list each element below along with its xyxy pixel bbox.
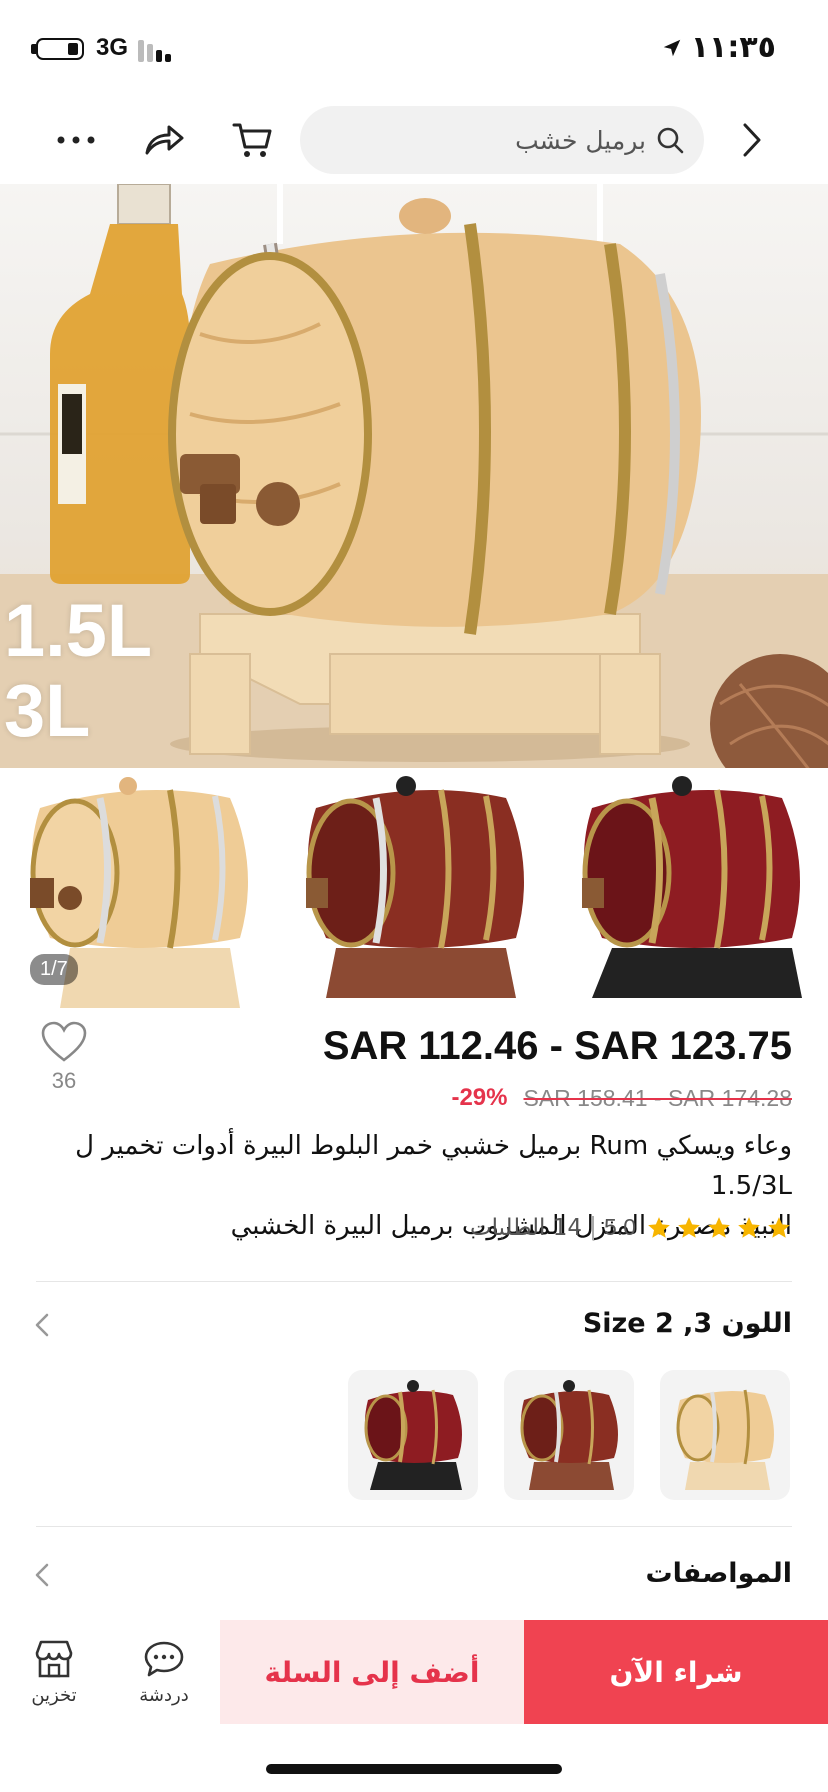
chevron-right-icon xyxy=(743,123,761,157)
store-label: تخزين xyxy=(31,1684,77,1706)
star-icon xyxy=(768,1216,790,1238)
search-icon xyxy=(657,127,684,154)
orders-count: 14 الطلبات xyxy=(469,1214,583,1241)
divider xyxy=(36,1526,792,1527)
favorites-count: 36 xyxy=(51,1068,77,1093)
more-icon xyxy=(57,136,95,144)
chat-icon xyxy=(144,1641,184,1676)
rating-row[interactable]: 14 الطلبات 5.0 xyxy=(470,1214,792,1241)
original-price: SAR 158.41 - SAR 174.28 xyxy=(523,1084,793,1111)
bottom-action-bar: تخزين دردشة أضف إلى السلة شراء الآن xyxy=(0,1620,828,1724)
cart-icon xyxy=(232,123,272,157)
battery-icon xyxy=(36,38,84,60)
price-range: SAR 112.46 - SAR 123.75 xyxy=(322,1024,792,1068)
variant-selector-row[interactable]: اللون 3, Size 2 xyxy=(0,1290,828,1362)
gallery-thumb-brown[interactable] xyxy=(276,768,552,1010)
discount-row: -29% SAR 158.41 - SAR 174.28 xyxy=(451,1084,792,1112)
gallery-strip xyxy=(0,768,828,1010)
color-swatch-red[interactable] xyxy=(348,1370,478,1500)
share-button[interactable] xyxy=(132,96,196,184)
gallery-thumb-red[interactable] xyxy=(552,768,828,1010)
gallery-counter: 1/7 xyxy=(30,954,78,985)
specifications-row[interactable]: المواصفات xyxy=(0,1540,828,1612)
chevron-left-icon xyxy=(35,1313,49,1337)
rating-stars xyxy=(646,1215,792,1241)
star-icon xyxy=(708,1216,730,1238)
cart-button[interactable] xyxy=(220,96,284,184)
heart-icon[interactable] xyxy=(40,1020,88,1064)
add-to-cart-button[interactable]: أضف إلى السلة xyxy=(220,1620,524,1724)
home-indicator xyxy=(266,1764,562,1774)
network-type: 3G xyxy=(96,34,129,61)
signal-icon xyxy=(138,36,178,62)
star-icon xyxy=(648,1216,670,1238)
divider xyxy=(36,1281,792,1282)
top-nav-bar: برميل خشب xyxy=(0,96,828,184)
time-text: ١١:٣٥ xyxy=(690,30,776,65)
rating-value: 5.0 xyxy=(604,1214,636,1240)
color-swatch-brown[interactable] xyxy=(504,1370,634,1500)
share-icon xyxy=(145,125,184,155)
color-swatch-natural[interactable] xyxy=(660,1370,790,1500)
hero-overlay-size-2: 3L xyxy=(4,669,91,752)
chevron-left-icon xyxy=(35,1563,49,1587)
store-icon xyxy=(35,1640,73,1677)
buy-now-button[interactable]: شراء الآن xyxy=(524,1620,828,1724)
discount-badge: -29% xyxy=(451,1084,508,1111)
more-button[interactable] xyxy=(44,96,108,184)
star-icon xyxy=(678,1216,700,1238)
location-arrow-icon xyxy=(663,39,680,56)
barrel-photo xyxy=(0,184,828,768)
search-input[interactable]: برميل خشب xyxy=(300,106,704,174)
chat-label: دردشة xyxy=(139,1684,189,1706)
chat-button[interactable]: دردشة xyxy=(124,1620,204,1724)
search-query: برميل خشب xyxy=(515,125,646,155)
specifications-label: المواصفات xyxy=(645,1558,792,1589)
hero-overlay-size-1: 1.5L xyxy=(4,589,153,672)
product-title-line-1: وعاء ويسكي Rum برميل خشبي خمر البلوط الب… xyxy=(75,1131,792,1201)
clock: ١١:٣٥ xyxy=(661,30,776,65)
status-bar: 3G ١١:٣٥ xyxy=(0,0,828,96)
star-icon xyxy=(738,1216,760,1238)
variant-label: اللون 3, Size 2 xyxy=(582,1308,792,1339)
rating-separator xyxy=(592,1215,595,1240)
store-button[interactable]: تخزين xyxy=(14,1620,94,1724)
product-hero-image[interactable]: 1.5L 3L xyxy=(0,184,828,768)
back-button[interactable] xyxy=(720,96,784,184)
